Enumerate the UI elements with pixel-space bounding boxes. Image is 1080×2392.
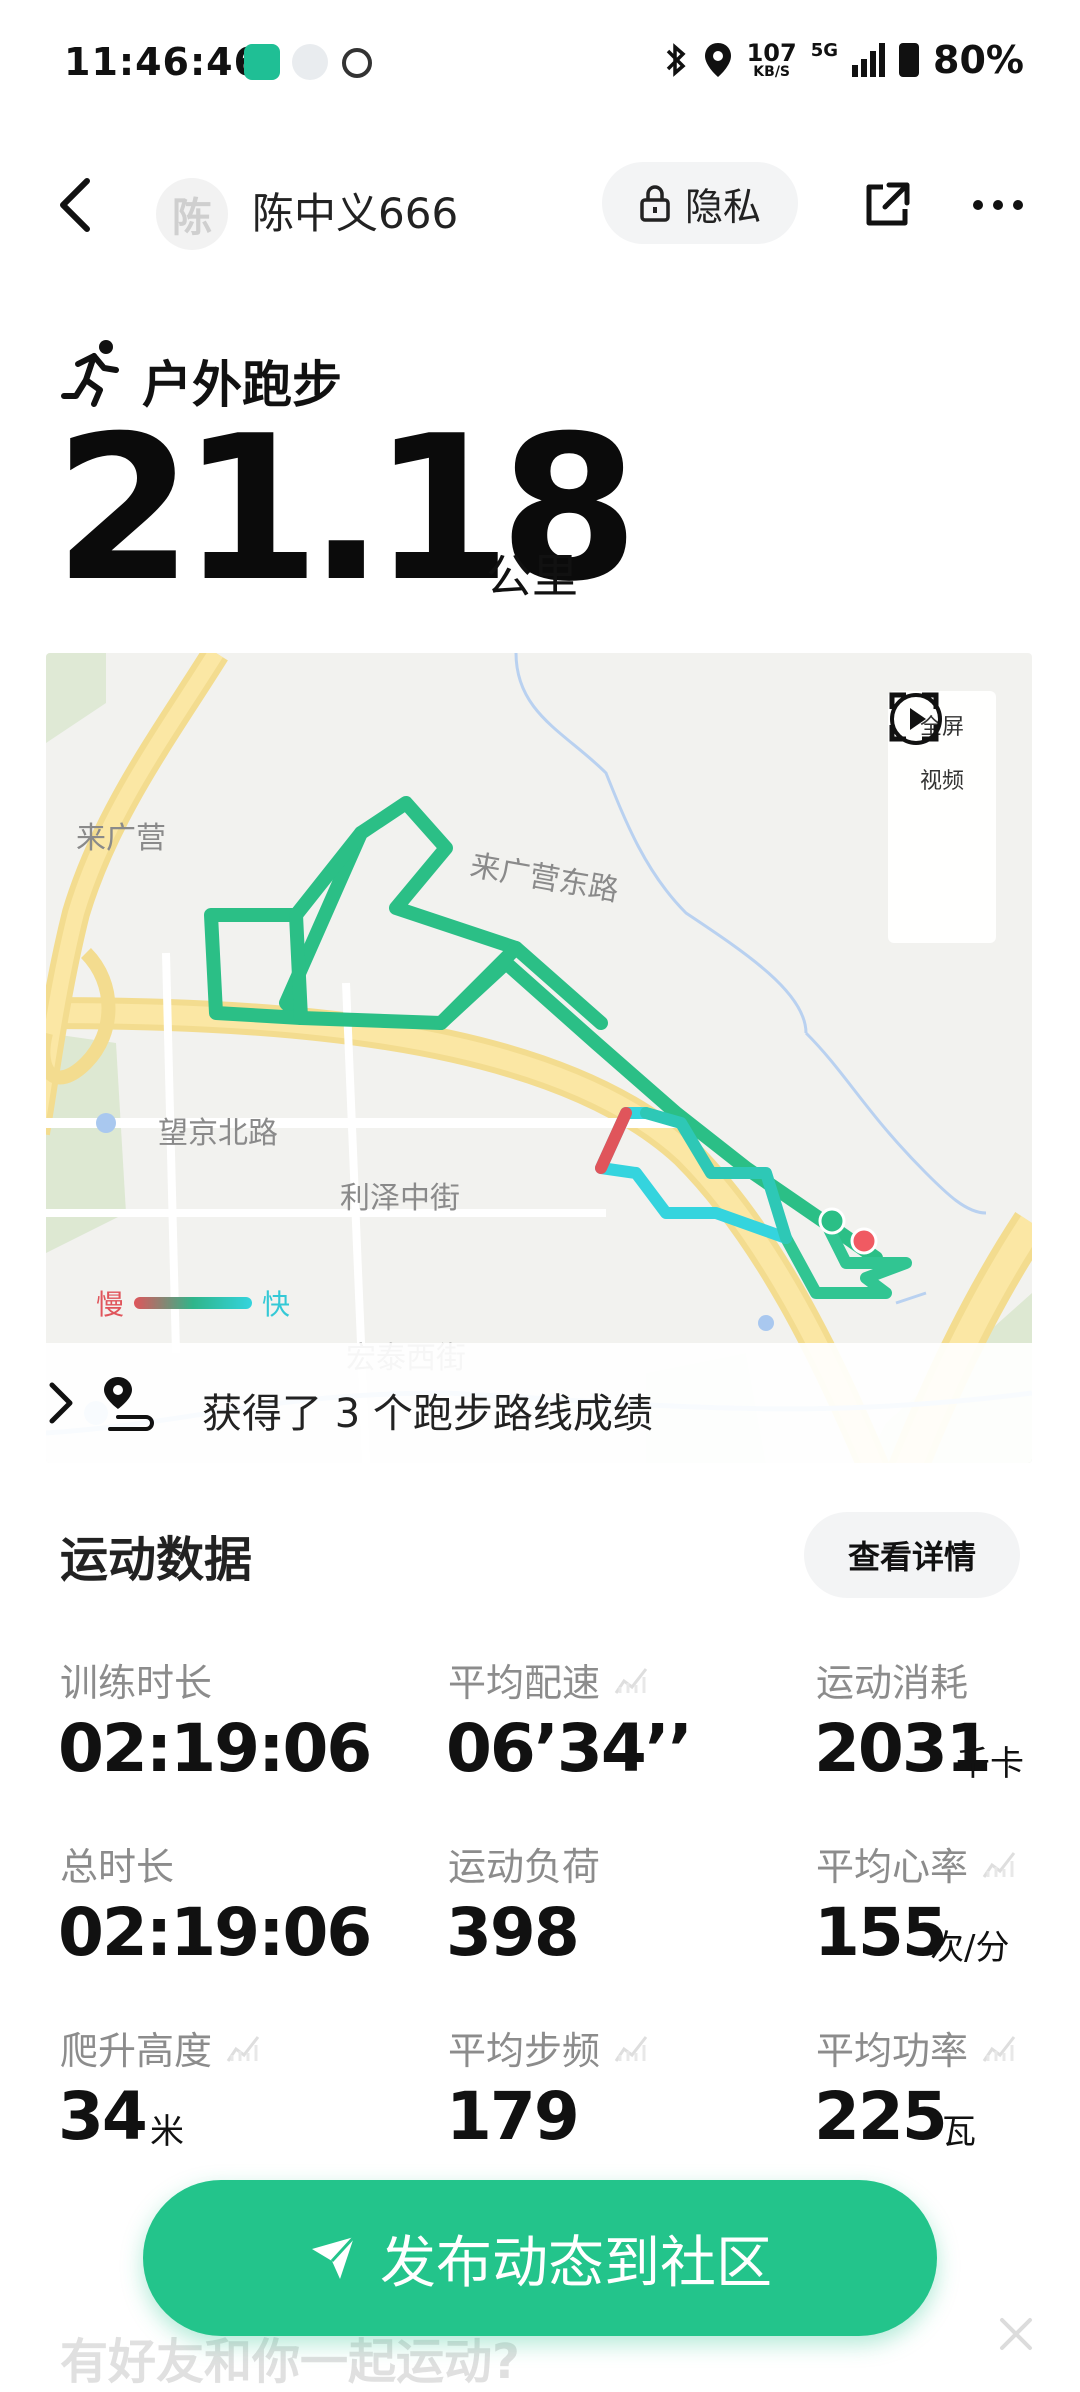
battery-icon bbox=[899, 43, 920, 77]
more-dot-icon bbox=[1013, 200, 1023, 210]
sync-notification-icon bbox=[342, 48, 372, 78]
stat-label-total-duration: 总时长 bbox=[60, 1836, 174, 1891]
dismiss-prompt-button[interactable] bbox=[996, 2310, 1036, 2366]
route-pin-icon bbox=[104, 1377, 154, 1431]
stat-unit-elevation: 米 bbox=[150, 2112, 184, 2152]
stat-unit-power: 瓦 bbox=[942, 2112, 976, 2152]
stat-label-training-duration: 训练时长 bbox=[60, 1652, 212, 1707]
stat-unit-heart-rate: 次/分 bbox=[930, 1928, 1010, 1968]
publish-label: 发布动态到社区 bbox=[380, 2230, 772, 2296]
trend-chart-icon[interactable] bbox=[982, 2033, 1018, 2063]
chevron-right-icon bbox=[49, 1382, 73, 1424]
distance-unit: 公里 bbox=[486, 549, 578, 603]
map-label-laiguangying: 来广营 bbox=[76, 821, 166, 856]
stat-label-text: 总时长 bbox=[60, 1845, 175, 1889]
route-achievement-banner[interactable]: 获得了 3 个跑步路线成绩 bbox=[46, 1343, 1032, 1463]
bluetooth-icon bbox=[666, 43, 686, 77]
stat-value-training-load: 398 bbox=[446, 1894, 580, 1971]
network-type: 5G bbox=[810, 40, 839, 61]
username[interactable]: 陈中义666 bbox=[252, 180, 458, 241]
network-speed-value: 107 bbox=[746, 39, 797, 67]
stat-label-text: 平均心率 bbox=[816, 1845, 969, 1889]
stat-label-text: 平均功率 bbox=[816, 2029, 969, 2073]
stat-label-text: 运动消耗 bbox=[816, 1661, 969, 1705]
stat-label-avg-heart-rate: 平均心率 bbox=[816, 1836, 1018, 1891]
map-controls: 全屏 视频 bbox=[888, 691, 996, 943]
stat-value-avg-power: 225 bbox=[814, 2078, 948, 2155]
stat-label-text: 训练时长 bbox=[60, 1661, 213, 1705]
privacy-label: 隐私 bbox=[684, 184, 761, 229]
header-bar: 陈 陈中义666 隐私 bbox=[0, 150, 1080, 260]
stat-label-text: 爬升高度 bbox=[60, 2029, 213, 2073]
stat-label-text: 平均配速 bbox=[448, 1661, 601, 1705]
stat-label-avg-cadence: 平均步频 bbox=[448, 2020, 650, 2075]
status-right-group: 107 KB/S 5G 80% bbox=[663, 38, 1024, 82]
route-achievement-text: 获得了 3 个跑步路线成绩 bbox=[202, 1391, 653, 1437]
back-arrow-icon bbox=[60, 178, 90, 232]
trend-chart-icon[interactable] bbox=[614, 1665, 650, 1695]
network-speed: 107 KB/S bbox=[747, 41, 797, 79]
trend-chart-icon[interactable] bbox=[226, 2033, 262, 2063]
share-button[interactable] bbox=[852, 170, 922, 240]
privacy-button[interactable]: 隐私 bbox=[602, 162, 798, 244]
route-map[interactable]: 来广营 来广营东路 望京北路 利泽中街 宏泰西街 全屏 视频 慢 快 获得了 3… bbox=[46, 653, 1032, 1463]
more-dot-icon bbox=[993, 200, 1003, 210]
location-icon bbox=[704, 43, 731, 77]
stats-section-title: 运动数据 bbox=[60, 1532, 253, 1588]
stat-value-training-duration: 02:19:06 bbox=[58, 1710, 372, 1787]
status-bar: 11:46:46 107 KB/S 5G 80% bbox=[0, 0, 1080, 130]
clock-notification-icon bbox=[292, 44, 328, 80]
stat-label-text: 平均步频 bbox=[448, 2029, 601, 2073]
avatar[interactable]: 陈 bbox=[156, 178, 228, 250]
stat-label-elevation-gain: 爬升高度 bbox=[60, 2020, 262, 2075]
video-button[interactable]: 视频 bbox=[890, 693, 964, 795]
stat-label-avg-power: 平均功率 bbox=[816, 2020, 1018, 2075]
view-details-button[interactable]: 查看详情 bbox=[804, 1512, 1020, 1598]
workout-route bbox=[204, 796, 912, 1299]
back-button[interactable] bbox=[40, 170, 110, 240]
signal-strength-icon bbox=[852, 43, 886, 77]
stat-label-text: 运动负荷 bbox=[448, 1845, 601, 1889]
speed-fast-label: 快 bbox=[262, 1288, 291, 1321]
speed-slow-label: 慢 bbox=[96, 1288, 125, 1321]
more-options-button[interactable] bbox=[958, 170, 1038, 240]
network-speed-unit: KB/S bbox=[753, 64, 791, 80]
app-notification-icon bbox=[244, 44, 280, 80]
trend-chart-icon[interactable] bbox=[982, 1849, 1018, 1879]
stat-label-training-load: 运动负荷 bbox=[448, 1836, 600, 1891]
stat-unit-calories: 千卡 bbox=[956, 1744, 1024, 1784]
battery-level: 80% bbox=[933, 38, 1024, 82]
trend-chart-icon[interactable] bbox=[614, 2033, 650, 2063]
stat-label-calories: 运动消耗 bbox=[816, 1652, 968, 1707]
stat-value-avg-heart-rate: 155 bbox=[814, 1894, 948, 1971]
map-label-lize-middle-street: 利泽中街 bbox=[340, 1181, 460, 1216]
send-plane-icon bbox=[312, 2235, 356, 2279]
stat-label-avg-pace: 平均配速 bbox=[448, 1652, 650, 1707]
play-video-icon bbox=[890, 693, 942, 745]
share-icon bbox=[866, 182, 910, 226]
stat-value-avg-pace: 06’34’’ bbox=[446, 1710, 693, 1787]
more-dot-icon bbox=[973, 200, 983, 210]
stat-value-total-duration: 02:19:06 bbox=[58, 1894, 372, 1971]
stat-value-avg-cadence: 179 bbox=[446, 2078, 580, 2155]
publish-to-community-button[interactable]: 发布动态到社区 bbox=[143, 2180, 937, 2336]
video-label: 视频 bbox=[919, 769, 964, 794]
status-time: 11:46:46 bbox=[64, 40, 262, 84]
lock-icon bbox=[640, 185, 670, 222]
map-label-wangjing-north-road: 望京北路 bbox=[158, 1116, 278, 1151]
speed-legend: 慢 快 bbox=[96, 1283, 290, 1323]
stat-value-elevation-gain: 34 bbox=[58, 2078, 148, 2155]
speed-gradient-bar bbox=[134, 1297, 253, 1309]
close-icon bbox=[1000, 2318, 1032, 2350]
